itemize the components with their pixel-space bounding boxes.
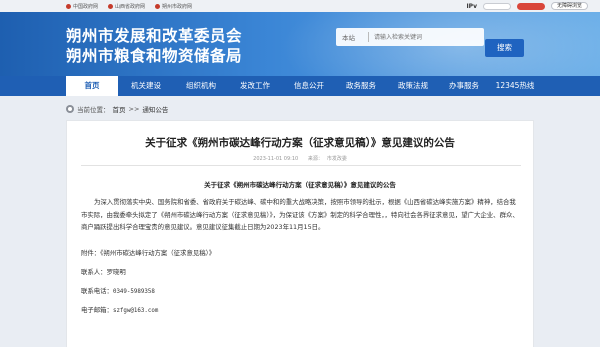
search-input[interactable] xyxy=(374,30,480,44)
email-address: szfgw@163.com xyxy=(112,308,159,314)
article-date: 2023-11-01 09:10 xyxy=(253,156,299,162)
breadcrumb-label: 当前位置： xyxy=(77,106,110,114)
nav-item-organ-building[interactable]: 机关建设 xyxy=(118,76,174,96)
nav-item-gov-service[interactable]: 政务服务 xyxy=(336,76,386,96)
search-scope[interactable]: 本站 xyxy=(342,32,355,42)
breadcrumb-home[interactable]: 首页 xyxy=(113,104,126,114)
contact-phone: 联系电话：0349-5989358 xyxy=(81,286,155,295)
contact-person: 联系人：罗晓明 xyxy=(81,267,126,276)
search-box: 本站 xyxy=(336,28,484,46)
email-label: 电子邮箱： xyxy=(81,306,113,314)
nav-item-reform-work[interactable]: 发改工作 xyxy=(228,76,282,96)
article-attachment[interactable]: 附件：《朔州市碳达峰行动方案（征求意见稿）》 xyxy=(81,248,215,257)
location-pin-icon xyxy=(66,105,74,113)
emblem-icon xyxy=(108,4,114,9)
article-card: 关于征求《朔州市碳达峰行动方案（征求意见稿）》意见建议的公告 2023-11-0… xyxy=(66,120,534,347)
emblem-icon xyxy=(155,4,161,9)
search-divider xyxy=(368,32,369,42)
gov-link-china[interactable]: 中国政府网 xyxy=(66,3,98,10)
breadcrumb: 当前位置： 首页 >> 通知公告 xyxy=(66,102,534,116)
ipv6-badge: IPv xyxy=(466,2,477,10)
search-button[interactable]: 搜索 xyxy=(485,39,524,57)
contact-label: 联系人： xyxy=(81,268,107,276)
emblem-icon xyxy=(66,4,71,9)
nav-item-info-disclosure[interactable]: 信息公开 xyxy=(282,76,336,96)
gov-link-shuozhou[interactable]: 朔州市政府网 xyxy=(155,3,192,10)
article-source-label: 来源： xyxy=(307,156,323,162)
site-title-line2: 朔州市粮食和物资储备局 xyxy=(66,47,243,65)
article-subtitle: 关于征求《朔州市碳达峰行动方案（征求意见稿）》意见建议的公告 xyxy=(204,181,396,189)
nav-item-organization[interactable]: 组织机构 xyxy=(174,76,228,96)
register-pill[interactable] xyxy=(516,2,545,10)
accessibility-button[interactable]: 无障碍浏览 xyxy=(550,2,588,10)
title-divider xyxy=(81,165,521,166)
gov-links: 中国政府网 山西省政府网 朔州市政府网 xyxy=(66,3,192,10)
top-utility-bar: 中国政府网 山西省政府网 朔州市政府网 IPv 无障碍浏览 xyxy=(0,0,600,12)
gov-link-shanxi[interactable]: 山西省政府网 xyxy=(108,3,145,10)
login-pill[interactable] xyxy=(482,2,511,10)
article-meta: 2023-11-01 09:10 来源： 市发改委 xyxy=(67,155,533,162)
phone-number: 0349-5989358 xyxy=(112,289,155,295)
nav-item-services[interactable]: 办事服务 xyxy=(440,76,488,96)
article-author: 市发改委 xyxy=(326,156,347,162)
nav-item-home[interactable]: 首页 xyxy=(66,76,118,96)
nav-item-hotline[interactable]: 12345热线 xyxy=(488,76,542,96)
breadcrumb-separator: >> xyxy=(128,105,140,113)
site-title-line1: 朔州市发展和改革委员会 xyxy=(66,27,243,45)
breadcrumb-current[interactable]: 通知公告 xyxy=(142,104,168,114)
main-nav: 首页 机关建设 组织机构 发改工作 信息公开 政务服务 政策法规 办事服务 12… xyxy=(0,76,600,96)
phone-label: 联系电话： xyxy=(81,287,113,295)
article-body: 为深入贯彻落实中央、国务院和省委、省政府关于碳达峰、碳中和的重大战略决策，按照市… xyxy=(81,198,519,231)
nav-item-policy[interactable]: 政策法规 xyxy=(386,76,440,96)
contact-email: 电子邮箱：szfgw@163.com xyxy=(81,305,158,314)
contact-name: 罗晓明 xyxy=(106,268,126,276)
article-title: 关于征求《朔州市碳达峰行动方案（征求意见稿）》意见建议的公告 xyxy=(145,137,455,149)
topbar-right: IPv 无障碍浏览 xyxy=(466,2,588,10)
